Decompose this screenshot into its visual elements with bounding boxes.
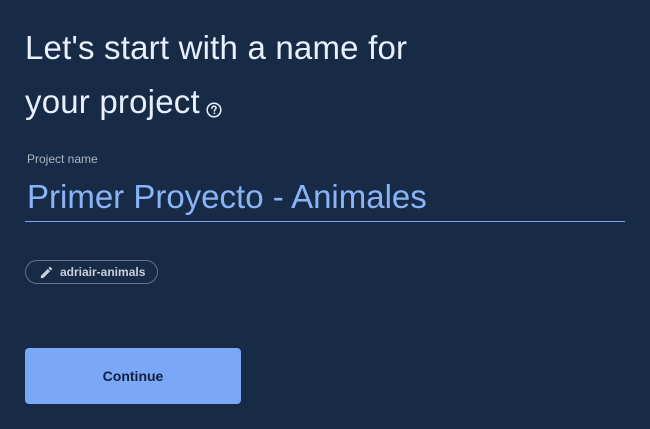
help-circle-icon[interactable] [206, 80, 222, 118]
project-id-chip[interactable]: adriair-animals [25, 260, 159, 284]
project-id-label: adriair-animals [60, 265, 146, 279]
project-name-label: Project name [27, 152, 98, 166]
page-title-line2: your project [25, 83, 200, 120]
pencil-icon [39, 265, 54, 280]
page-title-line1: Let's start with a name for [25, 29, 408, 66]
create-project-page: Let's start with a name for your project… [0, 0, 650, 429]
project-name-input[interactable] [25, 172, 625, 222]
continue-button[interactable]: Continue [25, 348, 241, 404]
page-title: Let's start with a name for your project [25, 21, 585, 129]
